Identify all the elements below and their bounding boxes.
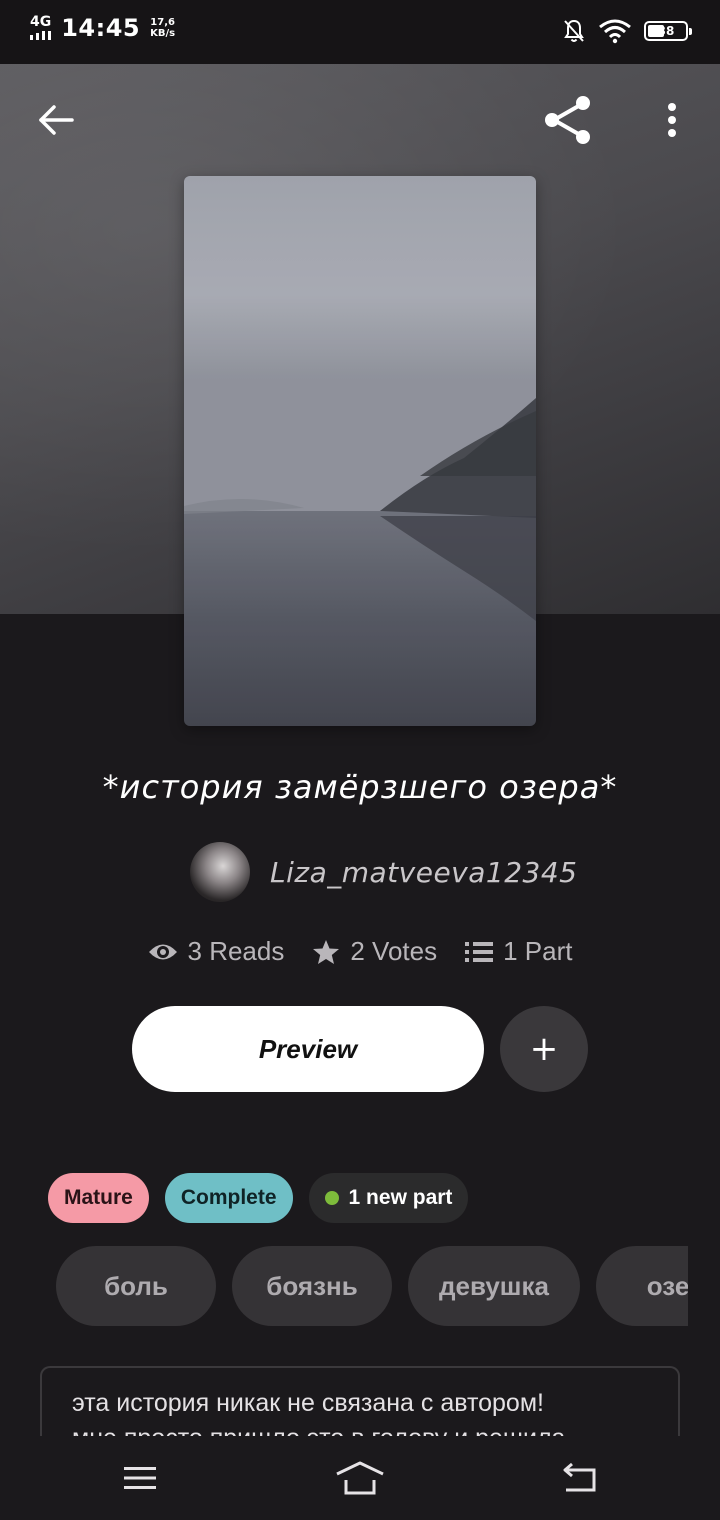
network-speed: 17,6 KB/s xyxy=(150,17,175,39)
nav-home-button[interactable] xyxy=(330,1454,390,1502)
status-right: 38 xyxy=(562,18,692,44)
more-vertical-icon xyxy=(668,103,676,137)
more-options-button[interactable] xyxy=(650,94,694,146)
nav-back-button[interactable] xyxy=(550,1454,610,1502)
network-type: 4G xyxy=(30,14,52,30)
story-cover-image[interactable] xyxy=(184,176,536,726)
plus-icon: + xyxy=(529,1029,559,1069)
battery-icon: 38 xyxy=(644,21,692,41)
tag-chip[interactable]: боль xyxy=(56,1246,216,1326)
nav-menu-button[interactable] xyxy=(110,1454,170,1502)
story-title: *история замёрзшего озера* xyxy=(102,768,618,806)
list-icon xyxy=(465,941,494,962)
clock: 14:45 xyxy=(61,14,141,42)
story-badges: Mature Complete 1 new part xyxy=(48,1173,469,1223)
avatar[interactable] xyxy=(190,842,250,902)
parts-stat: 1 Part xyxy=(465,936,572,967)
tag-chip[interactable]: девушка xyxy=(408,1246,580,1326)
story-stats: 3 Reads 2 Votes 1 Part xyxy=(0,936,720,967)
share-button[interactable] xyxy=(538,92,598,148)
back-button[interactable] xyxy=(30,94,82,146)
reads-stat: 3 Reads xyxy=(148,936,285,967)
back-icon xyxy=(563,1462,596,1492)
star-icon xyxy=(313,939,340,964)
signal-icon xyxy=(30,31,51,40)
status-bar: 4G 14:45 17,6 KB/s 38 xyxy=(0,0,720,64)
story-details-screen: 4G 14:45 17,6 KB/s 38 *история замёрзшег… xyxy=(0,0,720,1520)
home-icon xyxy=(336,1461,384,1495)
new-part-label: 1 new part xyxy=(348,1186,453,1209)
status-left: 4G 14:45 17,6 KB/s xyxy=(30,14,175,42)
tag-chip[interactable]: боязнь xyxy=(232,1246,392,1326)
preview-button[interactable]: Preview xyxy=(132,1006,484,1092)
tag-chip[interactable]: озер xyxy=(596,1246,688,1326)
arrow-left-icon xyxy=(39,105,74,135)
speed-value: 17,6 xyxy=(150,17,175,28)
add-to-library-button[interactable]: + xyxy=(500,1006,588,1092)
new-part-badge: 1 new part xyxy=(308,1173,469,1223)
votes-stat: 2 Votes xyxy=(312,936,437,967)
author-row[interactable]: Liza_matveeva12345 xyxy=(190,842,577,902)
battery-level: 38 xyxy=(657,24,675,38)
parts-count: 1 Part xyxy=(503,936,573,966)
story-description[interactable]: эта история никак не связана с автором! … xyxy=(40,1366,680,1436)
wifi-icon xyxy=(599,19,631,44)
author-name[interactable]: Liza_matveeva12345 xyxy=(270,856,577,889)
menu-icon xyxy=(124,1467,156,1489)
mature-badge: Mature xyxy=(48,1173,149,1223)
votes-count: 2 Votes xyxy=(350,936,438,966)
tags-row[interactable]: боль боязнь девушка озер xyxy=(56,1246,688,1326)
reads-count: 3 Reads xyxy=(187,936,285,966)
bell-off-icon xyxy=(564,19,584,42)
description-line: мне просто пришло это в голову и решила xyxy=(72,1421,648,1436)
cover-lake-picture xyxy=(184,176,536,726)
speed-unit: KB/s xyxy=(150,28,176,39)
system-nav-bar xyxy=(0,1436,720,1520)
share-icon xyxy=(545,96,590,144)
description-line: эта история никак не связана с автором! xyxy=(72,1389,544,1417)
eye-icon xyxy=(148,944,177,959)
network-indicator: 4G xyxy=(30,14,52,40)
new-dot-icon xyxy=(324,1191,339,1205)
complete-badge: Complete xyxy=(164,1173,293,1223)
